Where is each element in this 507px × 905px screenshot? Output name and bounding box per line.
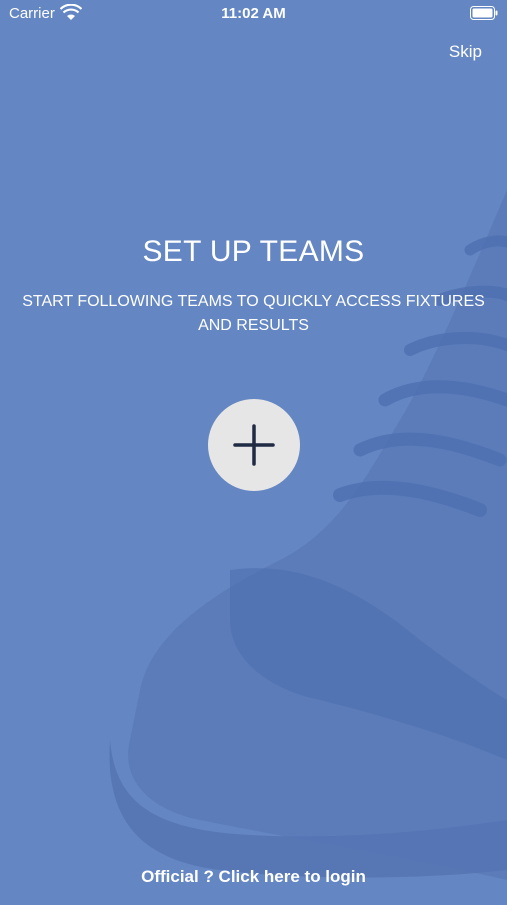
battery-icon (470, 6, 498, 20)
official-login-link[interactable]: Official ? Click here to login (0, 867, 507, 887)
page-subtitle: START FOLLOWING TEAMS TO QUICKLY ACCESS … (22, 293, 485, 334)
clock: 11:02 AM (221, 5, 286, 22)
plus-icon (233, 424, 275, 466)
status-bar: Carrier 11:02 AM (0, 0, 507, 28)
skip-button[interactable]: Skip (449, 42, 482, 62)
page-title: SET UP TEAMS (142, 235, 365, 268)
add-team-button[interactable] (208, 399, 300, 491)
